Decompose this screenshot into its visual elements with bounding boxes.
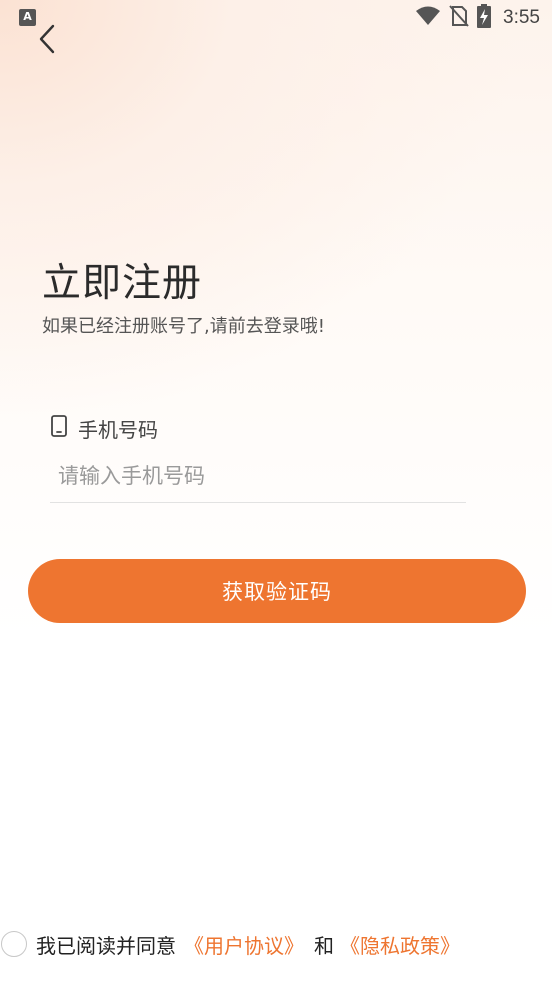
no-sim-icon	[449, 5, 469, 31]
get-verification-code-button[interactable]: 获取验证码	[28, 559, 526, 623]
status-bar-right: 3:55	[415, 4, 540, 32]
phone-field-label-row: 手机号码	[50, 414, 158, 442]
back-button[interactable]	[30, 22, 64, 60]
agreement-checkbox[interactable]	[1, 931, 27, 957]
status-time: 3:55	[503, 7, 540, 28]
page-subtitle: 如果已经注册账号了,请前去登录哦!	[42, 316, 325, 337]
phone-input[interactable]	[50, 452, 466, 500]
privacy-policy-link[interactable]: 《隐私政策》	[340, 930, 460, 959]
battery-charging-icon	[477, 4, 492, 32]
wifi-icon	[415, 6, 441, 30]
agreement-and: 和	[314, 933, 334, 958]
user-agreement-link[interactable]: 《用户协议》	[184, 930, 304, 959]
phone-input-underline	[50, 502, 466, 503]
phone-field-label: 手机号码	[78, 417, 158, 442]
status-bar: A 3:55	[0, 0, 552, 38]
agreement-prefix: 我已阅读并同意	[36, 933, 176, 958]
chevron-left-icon	[38, 24, 56, 58]
page-title: 立即注册	[42, 261, 203, 306]
agreement-row: 我已阅读并同意 《用户协议》 和 《隐私政策》	[0, 926, 552, 962]
phone-icon	[50, 415, 68, 441]
